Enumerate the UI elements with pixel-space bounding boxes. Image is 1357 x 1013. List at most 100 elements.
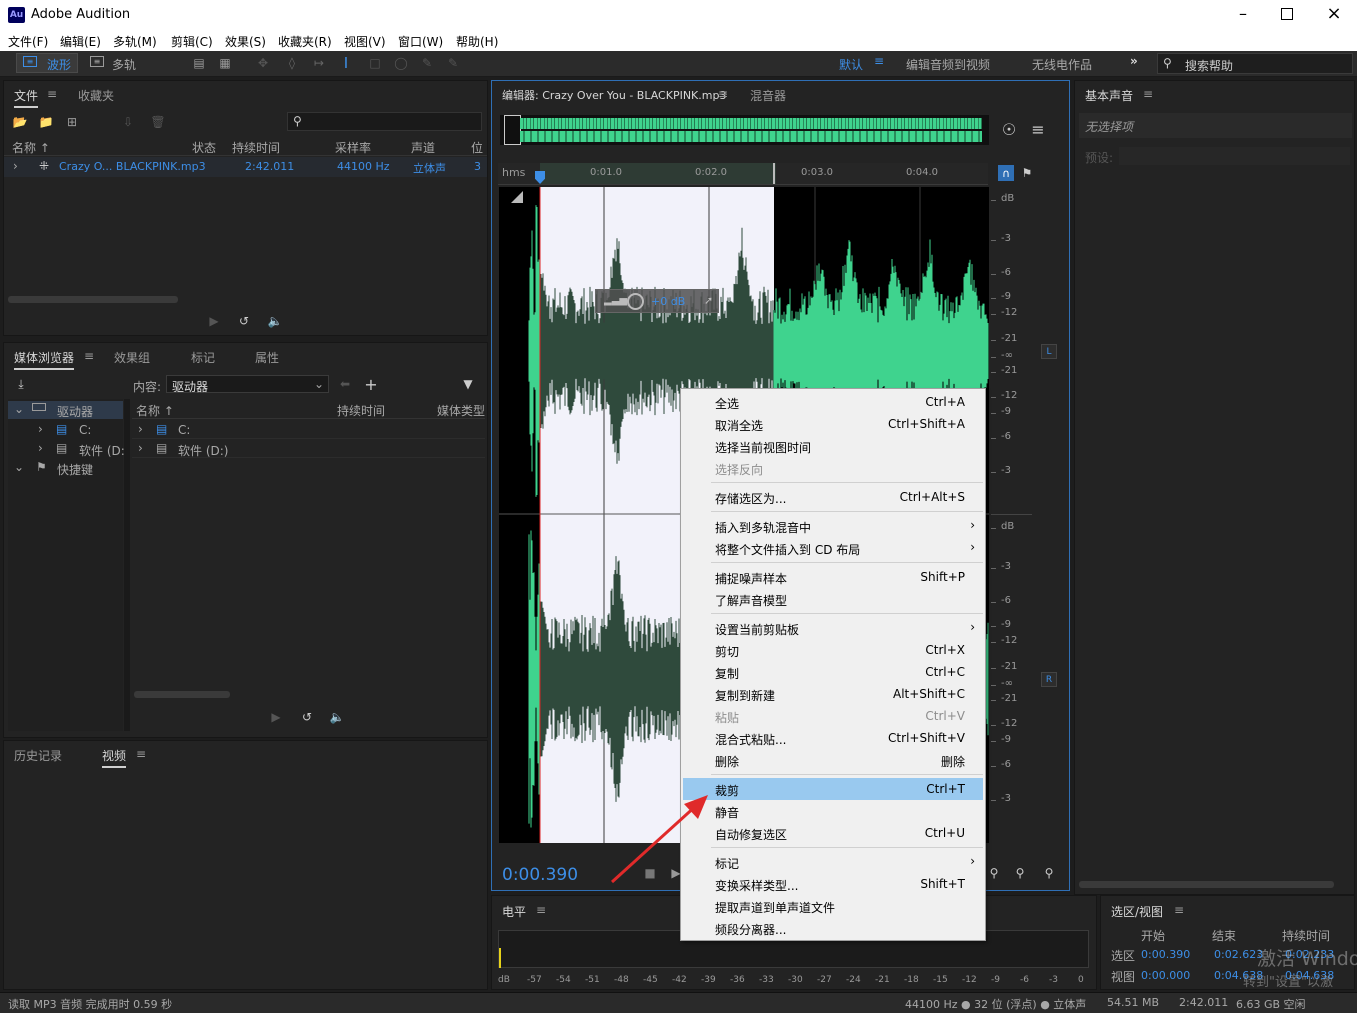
menu-multitrack[interactable]: 多轨(M) — [113, 33, 157, 50]
col-name[interactable]: 名称 ↑ — [12, 139, 50, 156]
waveform-overview[interactable] — [500, 115, 989, 145]
col-bits[interactable]: 位 — [471, 139, 483, 156]
menu-item[interactable]: 裁剪 Ctrl+T — [683, 778, 983, 800]
pane-divider[interactable] — [124, 399, 130, 731]
time-ruler[interactable]: hms 0:01.0 0:02.0 0:03.0 0:04.0 — [498, 163, 988, 185]
workspace-default[interactable]: 默认 — [839, 56, 863, 73]
file-row[interactable]: › ⁜ Crazy O... BLACKPINK.mp3 2:42.011 44… — [4, 157, 487, 177]
time-display[interactable]: 0:00.390 — [502, 865, 578, 885]
col-status[interactable]: 状态 — [192, 139, 216, 156]
channel-left-badge[interactable]: L — [1041, 344, 1057, 359]
marker-pin-icon[interactable]: ⚑ — [1020, 165, 1034, 181]
expand-arrow-icon[interactable]: › — [38, 441, 43, 455]
menu-help[interactable]: 帮助(H) — [456, 33, 498, 50]
tab-files[interactable]: 文件 — [14, 87, 39, 108]
menu-effects[interactable]: 效果(S) — [225, 33, 266, 50]
expand-arrow-icon[interactable]: › — [38, 422, 43, 436]
col-samplerate[interactable]: 采样率 — [335, 139, 371, 156]
marquee-tool-icon[interactable]: □ — [366, 55, 384, 71]
col-channels[interactable]: 声道 — [411, 139, 435, 156]
add-shortcut-icon[interactable]: + — [363, 375, 379, 394]
download-icon[interactable]: ⤓ — [11, 376, 31, 392]
panel-menu-icon[interactable]: ≡ — [535, 903, 547, 917]
tab-properties[interactable]: 属性 — [255, 349, 279, 366]
help-search-box[interactable]: ⚲ 搜索帮助 — [1157, 53, 1353, 74]
menu-item[interactable]: 自动修复选区 Ctrl+U — [683, 822, 983, 844]
tab-history[interactable]: 历史记录 — [14, 747, 62, 764]
tree-item-c[interactable]: › ▤ C: — [8, 421, 123, 439]
col-duration[interactable]: 持续时间 — [337, 402, 385, 419]
zoom-full-icon[interactable]: ⚲ — [1040, 865, 1058, 881]
more-workspaces-icon[interactable]: » — [1130, 54, 1138, 68]
panel-menu-icon[interactable]: ≡ — [135, 747, 147, 761]
multitrack-mode-button[interactable]: ≡ 多轨 — [86, 53, 144, 73]
menu-item[interactable]: 复制 Ctrl+C — [683, 661, 983, 683]
menu-item[interactable]: 频段分离器... — [683, 917, 983, 939]
panel-menu-icon[interactable]: ≡ — [46, 87, 58, 101]
files-search-input[interactable]: ⚲ — [287, 112, 482, 131]
hud-gain[interactable]: ▂▃▅ +0 dB ➚ — [595, 289, 719, 313]
selection-end[interactable]: 0:02.623 — [1214, 948, 1263, 961]
spot-healing-icon[interactable]: ✎ — [444, 55, 462, 71]
tree-item-drives[interactable]: ⌄ 驱动器 — [8, 401, 123, 419]
menu-item[interactable]: 将整个文件插入到 CD 布局 › — [683, 537, 983, 559]
slip-tool-icon[interactable]: ↦ — [310, 55, 328, 71]
spectral-display-icon[interactable]: ▤ — [190, 55, 208, 71]
tab-media-browser[interactable]: 媒体浏览器 — [14, 349, 75, 370]
search-input[interactable]: 搜索帮助 — [1185, 57, 1233, 74]
brush-tool-icon[interactable]: ✎ — [418, 55, 436, 71]
horizontal-scrollbar[interactable] — [134, 691, 230, 698]
menu-item[interactable]: 插入到多轨混音中 › — [683, 515, 983, 537]
razor-tool-icon[interactable]: ◊ — [283, 55, 301, 71]
tab-video[interactable]: 视频 — [102, 747, 127, 768]
menu-window[interactable]: 窗口(W) — [398, 33, 443, 50]
expand-arrow-icon[interactable]: › — [138, 441, 143, 455]
pin-icon[interactable]: ➚ — [704, 294, 713, 307]
tab-editor[interactable]: 编辑器: Crazy Over You - BLACKPINK.mp3 — [502, 87, 726, 103]
col-media-type[interactable]: 媒体类型 — [437, 402, 485, 419]
menu-item[interactable]: 复制到新建 Alt+Shift+C — [683, 683, 983, 705]
autoplay-icon[interactable]: 🔈 — [326, 709, 348, 725]
panel-menu-icon[interactable]: ≡ — [1142, 87, 1154, 101]
import-file-icon[interactable]: 📁 — [37, 114, 55, 130]
snap-icon[interactable]: ∩ — [998, 165, 1014, 181]
view-start[interactable]: 0:00.000 — [1141, 969, 1190, 982]
loop-icon[interactable]: ↺ — [235, 313, 253, 329]
menu-item[interactable]: 取消全选 Ctrl+Shift+A — [683, 413, 983, 435]
back-arrow-icon[interactable]: ⬅ — [337, 376, 353, 392]
expand-arrow-icon[interactable]: › — [13, 159, 18, 173]
new-file-icon[interactable]: ⊞ — [63, 114, 81, 130]
list-item[interactable]: › ▤ 软件 (D:) — [132, 440, 485, 458]
col-duration[interactable]: 持续时间 — [232, 139, 280, 156]
horizontal-scrollbar[interactable] — [1079, 881, 1334, 888]
tab-mixer[interactable]: 混音器 — [750, 87, 786, 104]
panel-menu-icon[interactable]: ≡ — [717, 87, 729, 101]
menu-item[interactable]: 删除 删除 — [683, 749, 983, 771]
move-tool-icon[interactable]: ✥ — [254, 55, 272, 71]
menu-view[interactable]: 视图(V) — [344, 33, 386, 50]
tab-favorites[interactable]: 收藏夹 — [78, 87, 114, 104]
zoom-out-icon[interactable]: ⚲ — [986, 865, 1002, 881]
tree-item-d[interactable]: › ▤ 软件 (D: — [8, 440, 125, 458]
tab-effects-group[interactable]: 效果组 — [114, 349, 150, 366]
trash-icon[interactable]: 🗑 — [150, 114, 166, 130]
horizontal-scrollbar[interactable] — [8, 296, 178, 303]
save-file-icon[interactable]: ⇩ — [119, 114, 137, 130]
maximize-button[interactable] — [1281, 8, 1293, 20]
minimize-button[interactable]: – — [1233, 4, 1253, 24]
list-item[interactable]: › ▤ C: — [132, 421, 485, 439]
loop-icon[interactable]: ↺ — [298, 709, 316, 725]
overview-view-range[interactable] — [504, 115, 521, 145]
spectral-pitch-icon[interactable]: ▦ — [216, 55, 234, 71]
menu-item[interactable]: 设置当前剪贴板 › — [683, 617, 983, 639]
selection-start[interactable]: 0:00.390 — [1141, 948, 1190, 961]
zoom-to-selection-icon[interactable]: ☉ — [998, 119, 1020, 139]
menu-item[interactable]: 选择当前视图时间 — [683, 435, 983, 457]
collapse-arrow-icon[interactable]: ⌄ — [14, 460, 24, 474]
collapse-arrow-icon[interactable]: ⌄ — [14, 402, 24, 416]
menu-item[interactable]: 变换采样类型... Shift+T — [683, 873, 983, 895]
channel-right-badge[interactable]: R — [1041, 672, 1057, 687]
menu-item[interactable]: 捕捉噪声样本 Shift+P — [683, 566, 983, 588]
panel-menu-icon[interactable]: ≡ — [1173, 903, 1185, 917]
menu-item[interactable]: 全选 Ctrl+A — [683, 391, 983, 413]
